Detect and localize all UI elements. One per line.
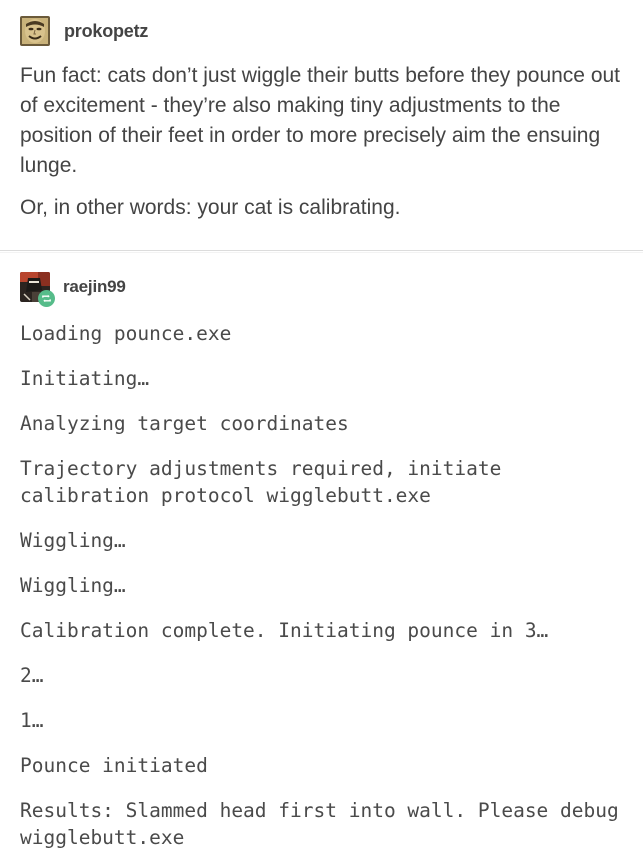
post-header: raejin99 [20, 272, 126, 307]
terminal-line: Wiggling… [20, 529, 126, 552]
terminal-line: Analyzing target coordinates [20, 412, 349, 435]
post-header: prokopetz [20, 16, 148, 46]
post-paragraph: Fun fact: cats don’t just wiggle their b… [20, 64, 621, 177]
username[interactable]: raejin99 [63, 277, 126, 297]
post-divider [0, 250, 643, 251]
avatar[interactable] [20, 272, 55, 307]
post-paragraph: Or, in other words: your cat is calibrat… [20, 196, 401, 219]
terminal-line: Calibration complete. Initiating pounce … [20, 619, 549, 642]
user-avatar-face-icon [20, 16, 50, 46]
reblog-icon [38, 290, 55, 307]
terminal-line: 1… [20, 709, 44, 732]
terminal-line: Pounce initiated [20, 754, 208, 777]
avatar[interactable] [20, 16, 50, 46]
username[interactable]: prokopetz [64, 21, 148, 42]
post-body: Fun fact: cats don’t just wiggle their b… [20, 61, 630, 223]
terminal-line: Wiggling… [20, 574, 126, 597]
terminal-line: Trajectory adjustments required, initiat… [20, 457, 514, 507]
terminal-line: Loading pounce.exe [20, 322, 232, 345]
terminal-line: 2… [20, 664, 44, 687]
terminal-line: Results: Slammed head first into wall. P… [20, 799, 631, 849]
terminal-line: Initiating… [20, 367, 150, 390]
